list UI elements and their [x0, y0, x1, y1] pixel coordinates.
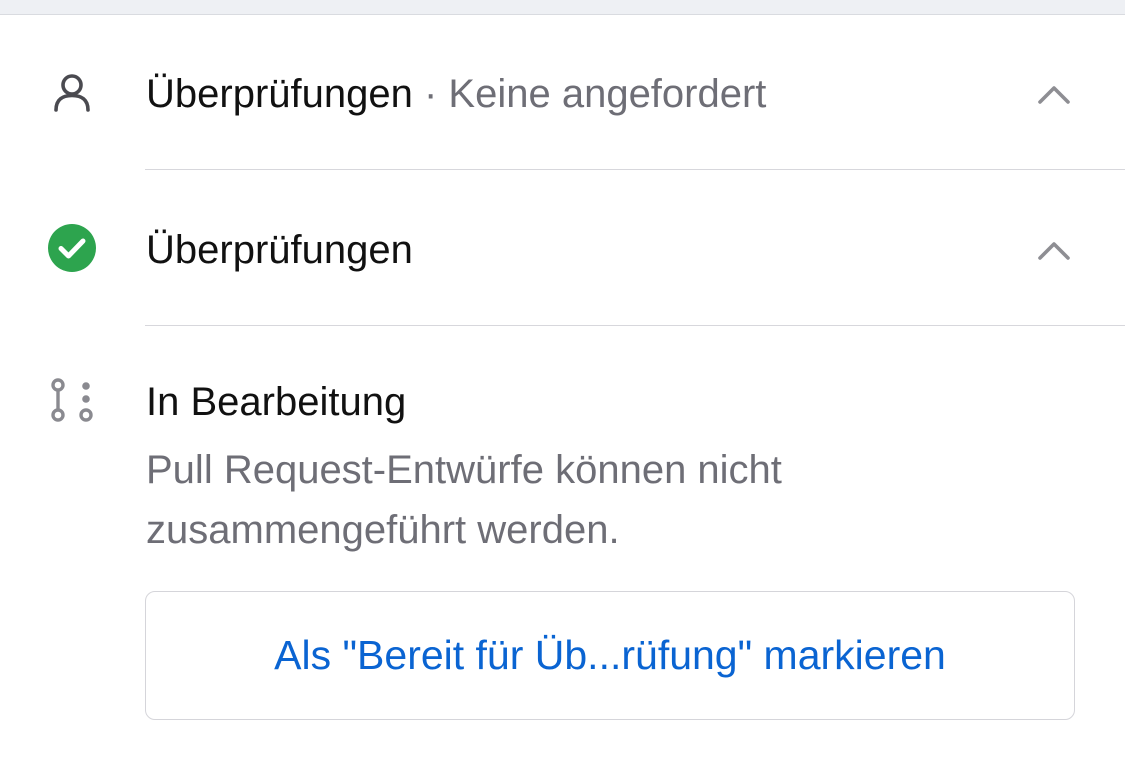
mark-ready-button-label: Als "Bereit für Üb...rüfung" markieren: [274, 632, 946, 678]
top-strip: [0, 0, 1125, 15]
chevron-up-icon[interactable]: [1030, 70, 1078, 118]
draft-row: In Bearbeitung: [0, 376, 1125, 432]
reviews-row[interactable]: Überprüfungen · Keine angefordert: [0, 66, 1125, 122]
person-icon: [46, 66, 98, 118]
divider: [145, 325, 1125, 326]
reviews-title: Überprüfungen · Keine angefordert: [146, 68, 766, 120]
checks-title: Überprüfungen: [146, 228, 413, 272]
reviews-title-text: Überprüfungen: [146, 72, 413, 116]
chevron-up-icon[interactable]: [1030, 226, 1078, 274]
git-pull-request-draft-icon: [46, 376, 98, 428]
check-circle-icon: [46, 222, 98, 274]
reviews-status: Keine angefordert: [448, 72, 767, 116]
draft-description-line1: Pull Request-Entwürfe können nicht: [146, 448, 782, 492]
mark-ready-for-review-button[interactable]: Als "Bereit für Üb...rüfung" markieren: [145, 591, 1075, 720]
draft-title: In Bearbeitung: [146, 380, 407, 424]
draft-description-line2: zusammengeführt werden.: [146, 508, 620, 552]
checks-row[interactable]: Überprüfungen: [0, 222, 1125, 278]
reviews-separator: ·: [412, 72, 449, 116]
divider: [145, 169, 1125, 170]
draft-description: Pull Request-Entwürfe können nicht zusam…: [146, 440, 1046, 560]
